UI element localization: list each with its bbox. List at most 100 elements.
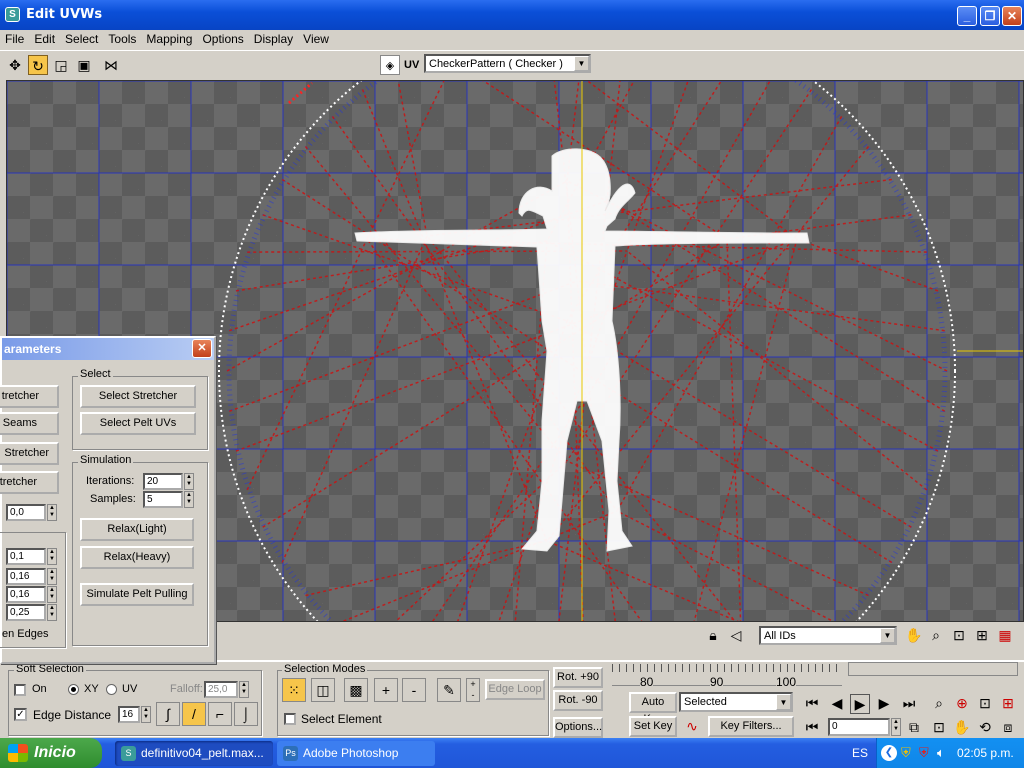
xy-radio[interactable] (68, 684, 79, 695)
stretcher-button-2[interactable]: Stretcher (0, 442, 59, 465)
taskbar-item-photoshop[interactable]: Ps Adobe Photoshop (277, 741, 435, 766)
frame-spinner[interactable]: 0 (828, 718, 890, 736)
samples-spinner[interactable]: 5 (143, 491, 183, 508)
grow-selection-icon[interactable]: + (374, 678, 398, 702)
go-to-start-icon[interactable]: ⏮ (803, 694, 821, 712)
edge-distance-checkbox[interactable]: ✓ (14, 708, 27, 721)
ids-select[interactable]: All IDs ▼ (759, 626, 897, 645)
freeform-icon[interactable]: ▣ (74, 55, 94, 75)
move-icon[interactable]: ✥ (5, 55, 25, 75)
zoom-all-icon[interactable]: ⊕ (953, 694, 971, 712)
edge-loop-button[interactable]: Edge Loop (485, 679, 545, 700)
menu-edit[interactable]: Edit (29, 30, 60, 48)
start-button[interactable]: Inicio (0, 738, 102, 768)
shield-icon[interactable]: ⛨ (901, 745, 911, 761)
left-spinner-3-arrows[interactable]: ▲ ▼ (47, 568, 57, 585)
falloff-smooth-icon[interactable]: ∫ (156, 702, 180, 726)
left-spinner-2[interactable]: 0,1 (6, 548, 46, 565)
taskbar-item-3dsmax[interactable]: S definitivo04_pelt.max... (115, 741, 273, 766)
dialog-close-icon[interactable]: ✕ (192, 339, 212, 358)
menu-file[interactable]: File (0, 30, 29, 48)
zoom-extents-icon[interactable]: ⊞ (973, 626, 991, 644)
rotate-minus-90-button[interactable]: Rot. -90 (553, 690, 603, 711)
iterations-spinner-arrows[interactable]: ▲ ▼ (184, 473, 194, 490)
menu-options[interactable]: Options (197, 30, 248, 48)
play-icon[interactable]: ▶ (850, 694, 870, 714)
falloff-spinner-arrows[interactable]: ▲ ▼ (239, 681, 249, 698)
iterations-spinner[interactable]: 20 (143, 473, 183, 490)
menu-mapping[interactable]: Mapping (141, 30, 197, 48)
falloff-spinner[interactable]: 25,0 (204, 681, 238, 698)
previous-frame-icon[interactable]: ◀ (828, 694, 846, 712)
stretcher-button-3[interactable]: tretcher (0, 471, 59, 494)
map-select[interactable]: CheckerPattern ( Checker ) ▼ (424, 54, 591, 73)
menu-display[interactable]: Display (249, 30, 298, 48)
key-mode-toggle-icon[interactable]: ⏮ (803, 718, 821, 736)
select-stretcher-button[interactable]: Select Stretcher (80, 385, 196, 408)
samples-spinner-arrows[interactable]: ▲ ▼ (184, 491, 194, 508)
chevron-down-icon[interactable]: ▼ (776, 694, 791, 710)
paint-icon[interactable]: ◁ (727, 626, 745, 644)
chevron-down-icon[interactable]: ▼ (574, 56, 589, 71)
region-zoom-icon[interactable]: ⊡ (930, 718, 948, 736)
left-spinner-3[interactable]: 0,16 (6, 568, 46, 585)
options-button[interactable]: Options... (553, 717, 603, 738)
seams-button[interactable]: Seams (0, 412, 59, 435)
simulate-pelt-pulling-button[interactable]: Simulate Pelt Pulling (80, 583, 194, 606)
language-indicator[interactable]: ES (852, 746, 868, 760)
selection-set-select[interactable]: Selected ▼ (679, 692, 793, 712)
pan-view-icon[interactable]: ✋ (953, 718, 971, 736)
left-spinner-5[interactable]: 0,25 (6, 604, 46, 621)
relax-heavy-button[interactable]: Relax(Heavy) (80, 546, 194, 569)
zoom-extents-icon[interactable]: ⊡ (976, 694, 994, 712)
edge-mode-icon[interactable]: ◫ (311, 678, 335, 702)
volume-icon[interactable]: 🔈︎ (937, 745, 945, 761)
go-to-end-icon[interactable]: ⏭ (900, 694, 918, 712)
mirror-icon[interactable]: ⋈ (101, 55, 121, 75)
maximize-button[interactable]: ❐ (980, 6, 1000, 26)
left-spinner-1[interactable]: 0,0 (6, 504, 46, 521)
select-pelt-uvs-button[interactable]: Select Pelt UVs (80, 412, 196, 435)
zoom-icon[interactable]: ⌕ (930, 694, 948, 712)
auto-key-button[interactable]: Auto Key (629, 692, 677, 725)
zoom-extents-all-icon[interactable]: ⊞ (999, 694, 1017, 712)
left-spinner-1-arrows[interactable]: ▲ ▼ (47, 504, 57, 521)
menu-tools[interactable]: Tools (103, 30, 141, 48)
paint-select-icon[interactable]: ✎ (437, 678, 461, 702)
lock-icon[interactable]: 🔒︎ (704, 626, 722, 644)
rotate-icon[interactable]: ↻ (28, 55, 48, 75)
zoom-icon[interactable]: ⌕ (927, 626, 945, 644)
falloff-linear-icon[interactable]: / (182, 702, 206, 726)
select-element-checkbox[interactable] (284, 713, 296, 725)
edge-distance-spinner[interactable]: 16 (118, 706, 140, 723)
frame-spinner-arrows[interactable]: ▲ ▼ (891, 718, 901, 736)
relax-light-button[interactable]: Relax(Light) (80, 518, 194, 541)
time-config-icon[interactable]: ⧉ (905, 718, 923, 736)
vertex-mode-icon[interactable]: ⁙ (282, 678, 306, 702)
checker-toggle-icon[interactable]: ▦ (996, 626, 1014, 644)
next-frame-icon[interactable]: ▶ (875, 694, 893, 712)
set-key-button[interactable]: Set Key (629, 716, 677, 737)
scale-icon[interactable]: ◲ (51, 55, 71, 75)
map-cube-icon[interactable]: ◈ (380, 55, 400, 75)
close-button[interactable]: ✕ (1002, 6, 1022, 26)
orbit-icon[interactable]: ⟲ (976, 718, 994, 736)
left-spinner-4-arrows[interactable]: ▲ ▼ (47, 586, 57, 603)
falloff-slow-icon[interactable]: ⌐ (208, 702, 232, 726)
key-filters-button[interactable]: Key Filters... (708, 716, 794, 737)
on-checkbox[interactable] (14, 684, 26, 696)
stretcher-button[interactable]: tretcher (0, 385, 59, 408)
menu-select[interactable]: Select (60, 30, 103, 48)
shrink-selection-icon[interactable]: - (402, 678, 426, 702)
zoom-region-icon[interactable]: ⊡ (950, 626, 968, 644)
chevron-down-icon[interactable]: ▼ (880, 628, 895, 643)
left-spinner-2-arrows[interactable]: ▲ ▼ (47, 548, 57, 565)
left-spinner-5-arrows[interactable]: ▲ ▼ (47, 604, 57, 621)
pan-icon[interactable]: ✋ (905, 626, 923, 644)
key-mode-icon[interactable]: ∿ (682, 717, 702, 735)
minimize-button[interactable]: _ (957, 6, 977, 26)
menu-view[interactable]: View (298, 30, 334, 48)
falloff-fast-icon[interactable]: ⌡ (234, 702, 258, 726)
security-alert-icon[interactable]: ⛨ (919, 745, 929, 761)
tray-arrow-icon[interactable]: ❮ (881, 745, 897, 761)
